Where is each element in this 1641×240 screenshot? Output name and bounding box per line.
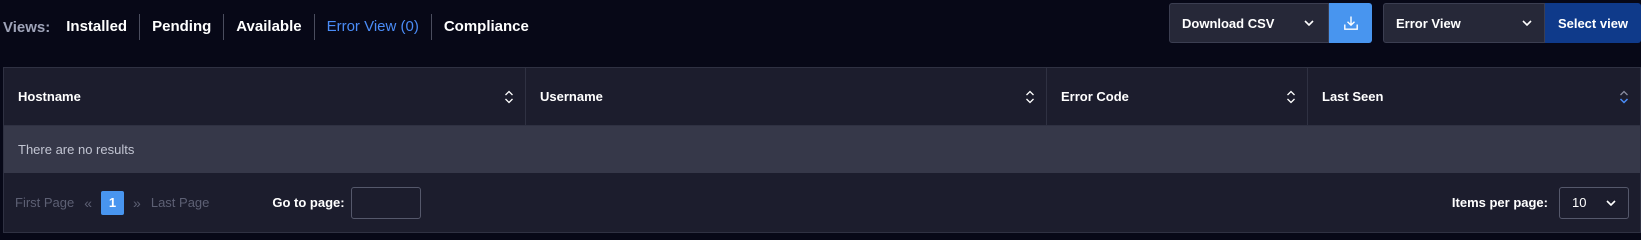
view-tab-error-view[interactable]: Error View (0) <box>315 14 432 40</box>
page-number-current[interactable]: 1 <box>101 190 125 215</box>
items-per-page-select[interactable]: 10 <box>1559 186 1629 219</box>
column-label: Error Code <box>1061 89 1129 104</box>
column-header-username[interactable]: Username <box>526 68 1047 125</box>
download-format-label: Download CSV <box>1182 15 1275 31</box>
empty-state-text: There are no results <box>18 142 135 157</box>
goto-page-label: Go to page: <box>272 195 345 210</box>
view-tab-available[interactable]: Available <box>224 14 315 40</box>
view-tab-pending[interactable]: Pending <box>140 14 225 40</box>
sort-icon <box>1287 90 1295 103</box>
download-icon <box>1343 16 1358 30</box>
views-bar: Views: Installed Pending Available Error… <box>3 14 541 40</box>
column-label: Last Seen <box>1322 89 1384 104</box>
column-header-last-seen[interactable]: Last Seen <box>1308 68 1640 125</box>
sort-icon <box>505 90 513 103</box>
results-table: Hostname Username Error Code Last Seen T… <box>3 67 1641 233</box>
view-tab-installed[interactable]: Installed <box>54 14 141 40</box>
view-select-value: Error View <box>1396 15 1461 31</box>
chevron-down-icon <box>1606 199 1616 206</box>
select-view-button[interactable]: Select view <box>1545 3 1641 43</box>
views-label: Views: <box>3 18 51 36</box>
next-page-icon[interactable]: » <box>133 195 141 211</box>
chevron-down-icon <box>1304 20 1314 26</box>
view-select[interactable]: Error View <box>1383 3 1545 43</box>
items-per-page-label: Items per page: <box>1451 195 1548 210</box>
column-header-error-code[interactable]: Error Code <box>1047 68 1308 125</box>
items-per-page-value: 10 <box>1572 195 1587 210</box>
column-header-hostname[interactable]: Hostname <box>4 68 526 125</box>
table-header: Hostname Username Error Code Last Seen <box>4 68 1640 126</box>
sort-icon <box>1026 90 1034 103</box>
chevron-down-icon <box>1522 20 1532 26</box>
column-label: Username <box>540 89 603 104</box>
empty-state-row: There are no results <box>4 126 1640 173</box>
download-format-select[interactable]: Download CSV <box>1169 3 1329 43</box>
column-label: Hostname <box>18 89 81 104</box>
last-page-link[interactable]: Last Page <box>151 195 210 210</box>
view-tab-compliance[interactable]: Compliance <box>432 14 541 40</box>
previous-page-icon[interactable]: « <box>84 195 92 211</box>
sort-desc-icon <box>1619 90 1629 104</box>
pagination: First Page « 1 » Last Page Go to page: I… <box>4 173 1640 232</box>
download-button[interactable] <box>1329 3 1372 43</box>
first-page-link[interactable]: First Page <box>15 195 74 210</box>
goto-page-input[interactable] <box>350 186 421 219</box>
